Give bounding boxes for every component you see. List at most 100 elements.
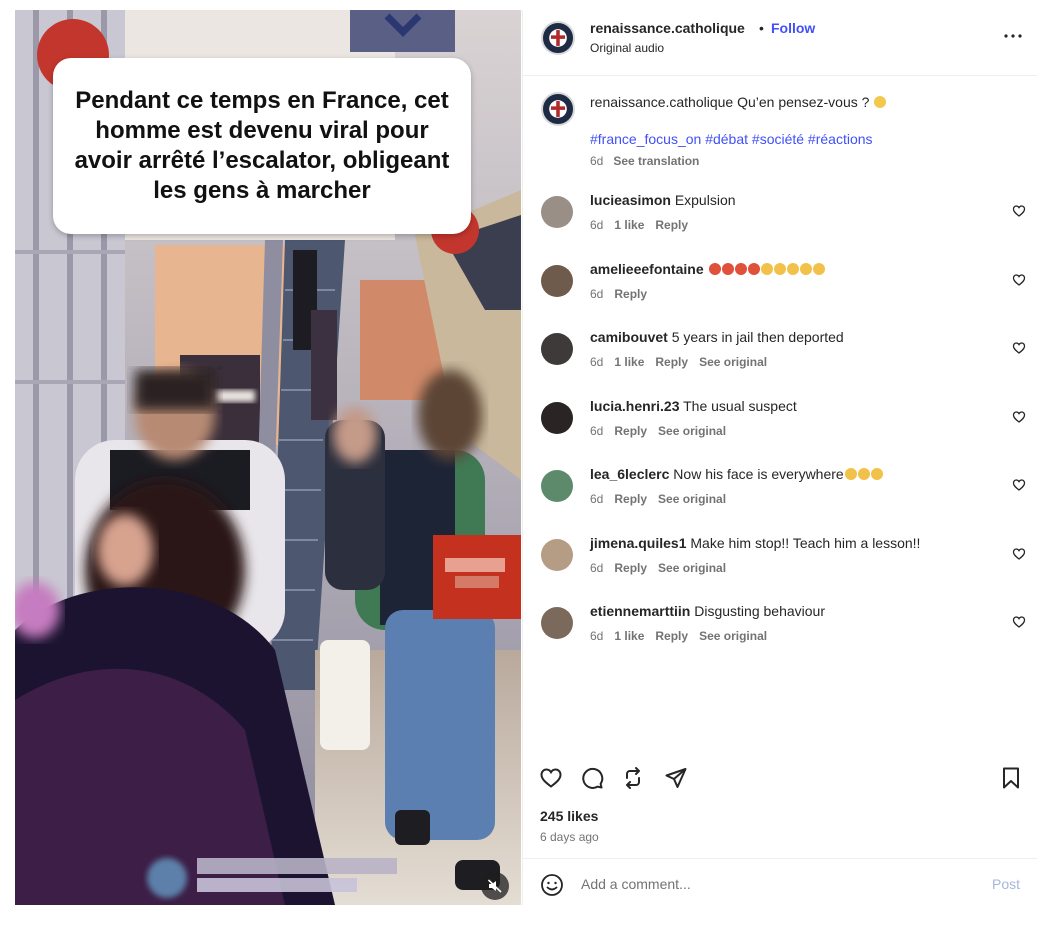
heart-icon (540, 768, 562, 788)
post-details-panel: renaissance.catholique • Follow Original… (522, 10, 1037, 905)
see-original-link[interactable]: See original (699, 355, 767, 369)
comment-like-heart-icon[interactable] (1012, 410, 1026, 424)
header-separator: • (759, 20, 764, 36)
comment-avatar[interactable] (541, 265, 573, 297)
comment-username[interactable]: amelieeefontaine (590, 261, 704, 277)
caption-hashtags[interactable]: #france_focus_on #débat #société #réacti… (590, 131, 873, 147)
comment-body: Disgusting behaviour (694, 603, 825, 619)
comment-time: 6d (590, 629, 604, 643)
comment-username[interactable]: jimena.quiles1 (590, 535, 686, 551)
reply-button[interactable]: Reply (614, 492, 647, 506)
video-player[interactable]: Pendant ce temps en France, cet homme es… (15, 10, 521, 905)
comment-meta: 6d Reply (590, 287, 658, 301)
comment-body: The usual suspect (683, 398, 797, 414)
like-button[interactable] (537, 764, 565, 792)
comment-avatar[interactable] (541, 196, 573, 228)
comment-text: etiennemarttiin Disgusting behaviour (590, 603, 825, 619)
comment-like-heart-icon[interactable] (1012, 615, 1026, 629)
reply-button[interactable]: Reply (614, 287, 647, 301)
caption-meta: 6d See translation (590, 154, 699, 168)
comment-likes[interactable]: 1 like (614, 355, 644, 369)
comment-username[interactable]: etiennemarttiin (590, 603, 690, 619)
repost-icon (626, 767, 640, 789)
comment-row: etiennemarttiin Disgusting behaviour 6d 1 … (523, 601, 1037, 665)
comment-avatar[interactable] (541, 539, 573, 571)
comment-button[interactable] (578, 764, 606, 792)
post-comment-button[interactable]: Post (992, 876, 1020, 892)
muted-speaker-icon (487, 879, 502, 893)
emoji-icon (786, 263, 799, 275)
repost-button[interactable] (619, 764, 647, 792)
see-original-link[interactable]: See original (699, 629, 767, 643)
comment-row: lucia.henri.23 The usual suspect 6d Reply S… (523, 396, 1037, 460)
see-original-link[interactable]: See original (658, 424, 726, 438)
caption-body: Qu’en pensez-vous ? (733, 94, 870, 110)
emoji-icon (734, 263, 747, 275)
likes-count[interactable]: 245 likes (540, 808, 598, 824)
reply-button[interactable]: Reply (655, 629, 688, 643)
more-dots-icon (1004, 34, 1022, 38)
account-avatar[interactable] (541, 21, 575, 55)
caption-username[interactable]: renaissance.catholique (590, 94, 733, 110)
comment-likes[interactable]: 1 like (614, 218, 644, 232)
comment-username[interactable]: lucieasimon (590, 192, 671, 208)
comment-likes[interactable]: 1 like (614, 629, 644, 643)
reply-button[interactable]: Reply (614, 424, 647, 438)
comment-username[interactable]: lea_6leclerc (590, 466, 669, 482)
comment-body: Expulsion (674, 192, 736, 208)
reply-button[interactable]: Reply (614, 561, 647, 575)
comment-like-heart-icon[interactable] (1012, 204, 1026, 218)
comment-avatar[interactable] (541, 333, 573, 365)
emoji-icon (844, 468, 857, 480)
grinning-emoji-icon (874, 96, 887, 108)
caption-avatar[interactable] (541, 92, 575, 126)
mute-button[interactable] (481, 872, 509, 900)
comment-avatar[interactable] (541, 402, 573, 434)
header-username[interactable]: renaissance.catholique (590, 20, 745, 36)
see-original-link[interactable]: See original (658, 492, 726, 506)
comment-row: lea_6leclerc Now his face is everywhere 6… (523, 464, 1037, 528)
emoji-icon (747, 263, 760, 275)
post-actions (523, 762, 1037, 796)
more-options-button[interactable] (1001, 24, 1025, 48)
comment-like-heart-icon[interactable] (1012, 273, 1026, 287)
comment-like-heart-icon[interactable] (1012, 547, 1026, 561)
comment-text: lucia.henri.23 The usual suspect (590, 398, 797, 414)
comment-body: Now his face is everywhere (673, 466, 844, 482)
emoji-icon[interactable] (540, 873, 564, 897)
comment-avatar[interactable] (541, 470, 573, 502)
comment-time: 6d (590, 424, 604, 438)
reply-button[interactable]: Reply (655, 355, 688, 369)
comment-username[interactable]: camibouvet (590, 329, 668, 345)
comment-like-heart-icon[interactable] (1012, 478, 1026, 492)
comment-input[interactable] (581, 869, 961, 899)
comment-body: 5 years in jail then deported (671, 329, 844, 345)
save-button[interactable] (997, 764, 1025, 792)
comment-meta: 6d Reply See original (590, 561, 737, 575)
comment-time: 6d (590, 492, 604, 506)
follow-button[interactable]: Follow (771, 20, 815, 36)
comment-row: lucieasimon Expulsion 6d 1 like Reply (523, 190, 1037, 254)
comment-username[interactable]: lucia.henri.23 (590, 398, 679, 414)
comment-text: camibouvet 5 years in jail then deported (590, 329, 844, 345)
comment-text: lucieasimon Expulsion (590, 192, 736, 208)
comment-like-heart-icon[interactable] (1012, 341, 1026, 355)
comment-meta: 6d Reply See original (590, 492, 737, 506)
comment-avatar[interactable] (541, 607, 573, 639)
reply-button[interactable]: Reply (655, 218, 688, 232)
comment-body: Make him stop!! Teach him a lesson!! (690, 535, 921, 551)
emoji-icon (760, 263, 773, 275)
comment-row: jimena.quiles1 Make him stop!! Teach him… (523, 533, 1037, 597)
cross-logo-icon (544, 95, 572, 123)
audio-link[interactable]: Original audio (590, 41, 664, 55)
comment-meta: 6d 1 like Reply See original (590, 629, 778, 643)
emoji-icon (812, 263, 825, 275)
share-button[interactable] (662, 764, 690, 792)
caption-time: 6d (590, 154, 604, 168)
bookmark-icon (1003, 767, 1019, 789)
see-translation-link[interactable]: See translation (613, 154, 699, 168)
comment-row: camibouvet 5 years in jail then deported… (523, 327, 1037, 391)
share-icon (665, 768, 687, 788)
emoji-icon (799, 263, 812, 275)
see-original-link[interactable]: See original (658, 561, 726, 575)
